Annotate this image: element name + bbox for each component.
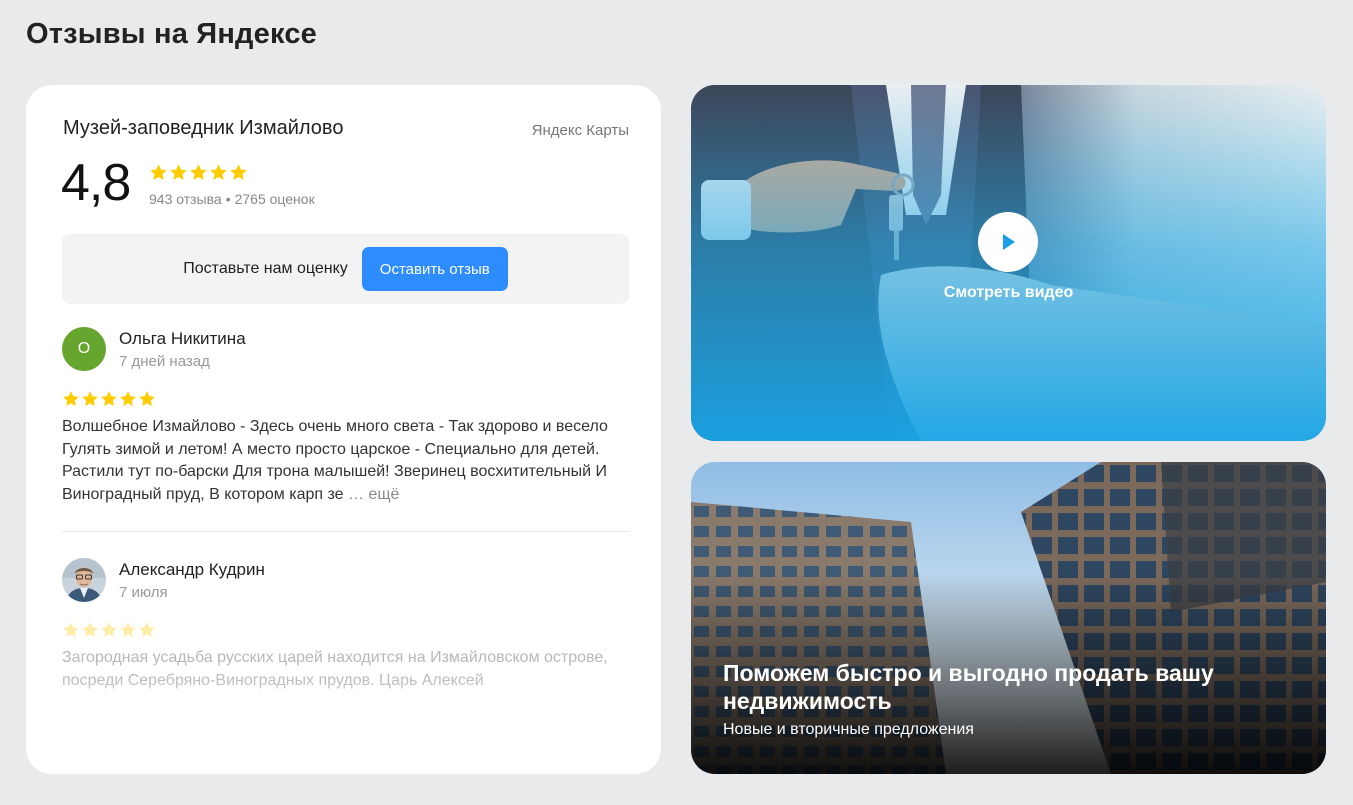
promo-title: Поможем быстро и выгодно продать вашу не… — [723, 660, 1214, 714]
organization-name[interactable]: Музей-заповедник Измайлово — [63, 117, 343, 140]
rating-value: 4,8 — [61, 154, 131, 212]
review-author[interactable]: Александр Кудрин — [119, 560, 265, 580]
watch-video-label: Смотреть видео — [943, 284, 1074, 301]
star-icon — [82, 391, 98, 407]
yandex-maps-link[interactable]: Яндекс Карты — [532, 122, 629, 139]
star-icon — [230, 164, 247, 180]
star-icon — [120, 622, 136, 638]
review-author[interactable]: Ольга Никитина — [119, 329, 246, 349]
counts-separator: • — [225, 191, 231, 207]
read-more-link[interactable]: … ещё — [348, 486, 399, 503]
star-icon — [101, 622, 117, 638]
leave-review-button[interactable]: Оставить отзыв — [361, 247, 508, 291]
ratings-count: 2765 оценок — [234, 191, 315, 207]
video-card[interactable]: Смотреть видео — [691, 85, 1326, 441]
star-icon — [63, 622, 79, 638]
rate-us-box: Поставьте нам оценку Оставить отзыв — [62, 234, 629, 304]
star-icon — [139, 622, 155, 638]
review-date: 7 дней назад — [119, 353, 210, 370]
review-stars — [62, 390, 156, 408]
review-divider — [62, 531, 629, 532]
star-icon — [63, 391, 79, 407]
rating-counts: 943 отзыва • 2765 оценок — [149, 191, 315, 207]
rating-stars — [149, 163, 248, 182]
star-icon — [101, 391, 117, 407]
section-title: Отзывы на Яндексе — [26, 18, 317, 50]
review-stars — [62, 621, 156, 639]
star-icon — [150, 164, 167, 180]
star-icon — [190, 164, 207, 180]
play-icon — [1003, 234, 1015, 250]
review-text-body: Волшебное Измайлово - Здесь очень много … — [62, 418, 608, 503]
bottom-fade — [26, 674, 661, 774]
play-button[interactable] — [978, 212, 1038, 272]
star-icon — [139, 391, 155, 407]
promo-card[interactable]: Поможем быстро и выгодно продать вашу не… — [691, 462, 1326, 774]
review-date: 7 июля — [119, 584, 168, 601]
reviews-count: 943 отзыва — [149, 191, 222, 207]
avatar[interactable] — [62, 558, 106, 602]
rate-us-text: Поставьте нам оценку — [183, 260, 348, 277]
yandex-reviews-widget: Музей-заповедник Измайлово Яндекс Карты … — [26, 85, 661, 774]
avatar[interactable]: О — [62, 327, 106, 371]
promo-subtitle: Новые и вторичные предложения — [723, 721, 974, 738]
review-text: Волшебное Измайлово - Здесь очень много … — [62, 416, 627, 506]
star-icon — [82, 622, 98, 638]
star-icon — [170, 164, 187, 180]
star-icon — [120, 391, 136, 407]
star-icon — [210, 164, 227, 180]
